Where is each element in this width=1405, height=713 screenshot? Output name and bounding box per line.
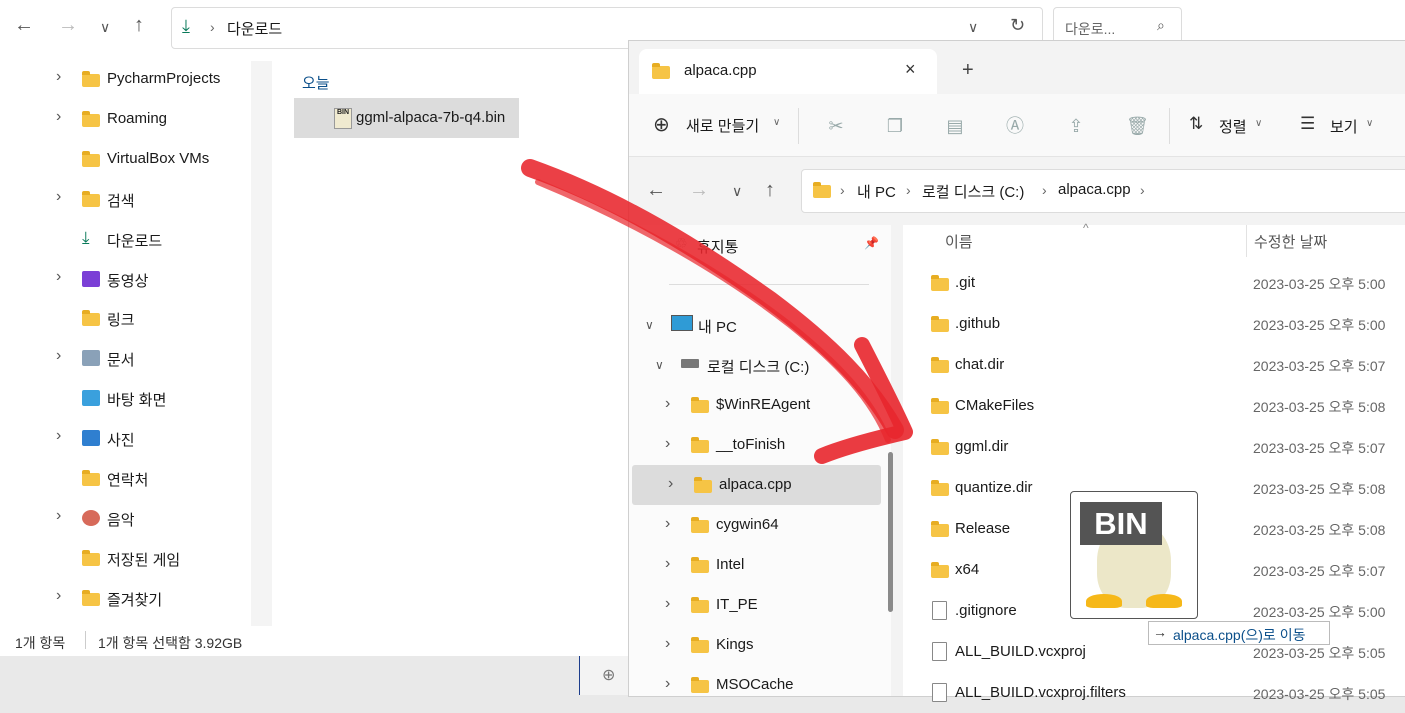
tooltip-text: alpaca.cpp(으)로 이동 (1173, 627, 1306, 643)
foot-right (1146, 594, 1182, 608)
drag-tooltip: → alpaca.cpp(으)로 이동 (1148, 621, 1330, 645)
move-arrow-icon: → (1153, 624, 1167, 640)
foot-left (1086, 594, 1122, 608)
bin-label: BIN (1080, 502, 1162, 545)
drag-preview: BIN (1070, 491, 1198, 619)
arrow-shaft-texture (535, 179, 891, 443)
arrow-shaft (521, 159, 904, 439)
